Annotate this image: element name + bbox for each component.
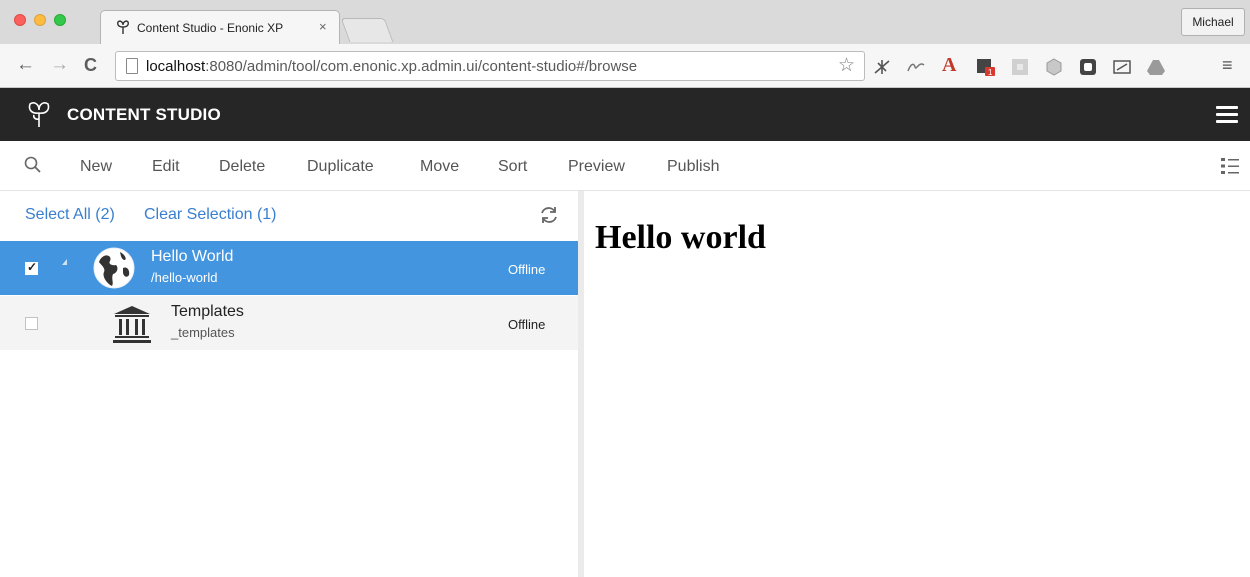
tab-title: Content Studio - Enonic XP <box>137 21 284 35</box>
address-bar[interactable]: localhost:8080/admin/tool/com.enonic.xp.… <box>115 51 865 81</box>
refresh-icon[interactable] <box>538 204 560 226</box>
reload-icon[interactable]: C <box>84 55 97 75</box>
row-path: _templates <box>171 325 235 340</box>
preview-button[interactable]: Preview <box>568 158 625 176</box>
row-path: /hello-world <box>151 270 218 285</box>
delete-button[interactable]: Delete <box>219 158 265 176</box>
acrobat-icon[interactable]: A <box>942 54 962 76</box>
sort-button[interactable]: Sort <box>498 158 527 176</box>
content-grid-panel: Select All (2) Clear Selection (1) ✓ Hel… <box>0 191 578 577</box>
app-title: CONTENT STUDIO <box>67 105 221 124</box>
browser-tab-bar: Content Studio - Enonic XP × Michael <box>0 0 1250 44</box>
cube-icon[interactable] <box>1044 57 1064 77</box>
profile-button[interactable]: Michael <box>1181 8 1245 36</box>
maximize-window-button[interactable] <box>54 14 66 26</box>
new-button[interactable]: New <box>80 158 112 176</box>
notification-badge-icon[interactable]: 1 <box>976 57 996 77</box>
expand-toggle-icon[interactable] <box>62 259 67 265</box>
action-toolbar: New Edit Delete Duplicate Move Sort Prev… <box>0 141 1250 191</box>
selection-bar: Select All (2) Clear Selection (1) <box>0 191 578 241</box>
clear-selection-link[interactable]: Clear Selection (1) <box>144 206 277 224</box>
status-badge: Offline <box>508 317 546 332</box>
browser-tab[interactable]: Content Studio - Enonic XP × <box>100 10 340 44</box>
row-title: Templates <box>171 303 244 320</box>
duplicate-button[interactable]: Duplicate <box>307 158 374 176</box>
row-checkbox[interactable] <box>25 317 38 330</box>
back-icon[interactable]: ← <box>16 55 35 75</box>
photo-icon[interactable] <box>1078 57 1098 77</box>
new-tab-button[interactable] <box>340 18 394 42</box>
grid-row[interactable]: ✓ Hello World /hello-world Offline <box>0 241 578 295</box>
close-window-button[interactable] <box>14 14 26 26</box>
page-icon <box>126 58 138 74</box>
edit-button[interactable]: Edit <box>152 158 180 176</box>
cast-icon[interactable] <box>1112 57 1132 77</box>
globe-icon <box>93 247 135 289</box>
app-header: CONTENT STUDIO <box>0 88 1250 141</box>
select-all-link[interactable]: Select All (2) <box>25 206 115 224</box>
signature-icon[interactable] <box>906 57 926 77</box>
chrome-menu-icon[interactable]: ≡ <box>1222 55 1242 75</box>
details-panel-toggle-icon[interactable] <box>1220 156 1240 176</box>
row-title: Hello World <box>151 248 234 265</box>
preview-heading: Hello world <box>595 219 766 256</box>
grid-row[interactable]: Templates _templates Offline <box>0 296 578 350</box>
row-checkbox[interactable]: ✓ <box>25 260 38 275</box>
preview-panel: Hello world <box>584 191 1250 577</box>
forward-icon[interactable]: → <box>50 55 69 75</box>
status-badge: Offline <box>508 262 546 277</box>
minimize-window-button[interactable] <box>34 14 46 26</box>
svg-text:1: 1 <box>988 68 993 77</box>
browser-toolbar: ← → C localhost:8080/admin/tool/com.enon… <box>0 44 1250 88</box>
url-text: localhost:8080/admin/tool/com.enonic.xp.… <box>146 58 638 75</box>
search-icon[interactable] <box>24 156 42 174</box>
publish-button[interactable]: Publish <box>667 158 719 176</box>
tab-close-icon[interactable]: × <box>319 19 327 34</box>
move-button[interactable]: Move <box>420 158 459 176</box>
enonic-favicon-icon <box>117 20 129 34</box>
building-icon <box>113 306 151 343</box>
bug-icon[interactable] <box>872 57 892 77</box>
drive-icon[interactable] <box>1146 57 1166 77</box>
bookmark-star-icon[interactable]: ☆ <box>838 54 855 77</box>
gray-square-icon[interactable] <box>1010 57 1030 77</box>
content-studio-logo-icon <box>28 102 50 127</box>
app-menu-icon[interactable] <box>1216 106 1238 124</box>
